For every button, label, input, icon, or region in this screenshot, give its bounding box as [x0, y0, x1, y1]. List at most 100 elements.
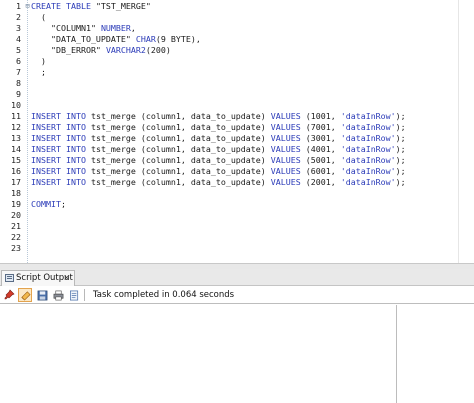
code-token: );: [395, 144, 406, 154]
code-text: INSERT INTO tst_merge (column1, data_to_…: [31, 166, 406, 177]
code-text: "DB_ERROR" VARCHAR2(200): [31, 45, 171, 56]
code-line[interactable]: 16 INSERT INTO tst_merge (column1, data_t…: [0, 166, 458, 177]
code-line[interactable]: 21: [0, 221, 458, 232]
code-line[interactable]: 18: [0, 188, 458, 199]
code-token: 'dataInRow': [340, 177, 396, 187]
fold-toggle-icon[interactable]: ⊟: [24, 3, 31, 10]
code-token: INSERT INTO: [31, 155, 91, 165]
code-token: VALUES: [270, 155, 306, 165]
line-number: 23: [11, 243, 21, 253]
line-number: 18: [11, 188, 21, 198]
code-token: tst_merge (column1, data_to_update): [90, 133, 271, 143]
code-token: 'dataInRow': [340, 133, 396, 143]
code-line[interactable]: 9: [0, 89, 458, 100]
output-tabbar: Script Output ×: [0, 269, 474, 286]
code-token: ): [31, 56, 46, 66]
code-text: INSERT INTO tst_merge (column1, data_to_…: [31, 144, 406, 155]
code-line[interactable]: 8: [0, 78, 458, 89]
line-number: 6: [16, 56, 21, 66]
line-number: 15: [11, 155, 21, 165]
code-line[interactable]: 19 COMMIT;: [0, 199, 458, 210]
code-text: INSERT INTO tst_merge (column1, data_to_…: [31, 111, 406, 122]
print-icon[interactable]: [51, 288, 65, 302]
code-token: VALUES: [270, 166, 306, 176]
code-line[interactable]: 1 ⊟ CREATE TABLE "TST_MERGE": [0, 1, 458, 12]
code-token: );: [395, 177, 406, 187]
sql-editor[interactable]: 1 ⊟ CREATE TABLE "TST_MERGE" 2 (3 "COLUMN1"…: [0, 0, 474, 263]
line-number: 20: [11, 210, 21, 220]
code-text: INSERT INTO tst_merge (column1, data_to_…: [31, 177, 406, 188]
code-text: ): [31, 56, 46, 67]
code-line[interactable]: 22: [0, 232, 458, 243]
code-text: INSERT INTO tst_merge (column1, data_to_…: [31, 133, 406, 144]
code-token: tst_merge (column1, data_to_update): [90, 111, 271, 121]
line-number: 11: [11, 111, 21, 121]
eraser-icon[interactable]: [18, 288, 32, 302]
code-token: COMMIT: [31, 199, 61, 209]
script-output-icon: [5, 274, 14, 282]
code-token: ;: [31, 67, 46, 77]
code-token: ,: [130, 23, 136, 33]
line-number: 7: [16, 67, 21, 77]
close-icon[interactable]: ×: [63, 271, 70, 285]
code-text: COMMIT;: [31, 199, 66, 210]
code-token: );: [395, 166, 406, 176]
line-number: 2: [16, 12, 21, 22]
code-token: 'dataInRow': [340, 166, 396, 176]
code-token: (1001,: [305, 111, 341, 121]
line-number: 12: [11, 122, 21, 132]
open-file-icon[interactable]: [67, 288, 81, 302]
code-token: (5001,: [305, 155, 341, 165]
code-token: 'dataInRow': [340, 155, 396, 165]
code-token: "DB_ERROR": [31, 45, 106, 55]
output-side-pane: [397, 305, 474, 403]
editor-scrollbar[interactable]: [458, 0, 474, 263]
code-text: ;: [31, 67, 46, 78]
output-toolbar: Task completed in 0.064 seconds: [0, 286, 474, 304]
line-number: 17: [11, 177, 21, 187]
code-token: INSERT INTO: [31, 133, 91, 143]
tab-script-output[interactable]: Script Output ×: [1, 270, 75, 286]
code-token: (7001,: [305, 122, 341, 132]
code-token: 'dataInRow': [340, 111, 396, 121]
code-line[interactable]: 14 INSERT INTO tst_merge (column1, data_t…: [0, 144, 458, 155]
line-number: 10: [11, 100, 21, 110]
code-line[interactable]: 15 INSERT INTO tst_merge (column1, data_t…: [0, 155, 458, 166]
code-token: 'dataInRow': [340, 144, 396, 154]
code-line[interactable]: 5 "DB_ERROR" VARCHAR2(200): [0, 45, 458, 56]
line-number: 14: [11, 144, 21, 154]
code-line[interactable]: 20: [0, 210, 458, 221]
code-token: VARCHAR2: [105, 45, 146, 55]
code-token: (6001,: [305, 166, 341, 176]
code-line[interactable]: 6 ): [0, 56, 458, 67]
code-line[interactable]: 10: [0, 100, 458, 111]
code-token: (3001,: [305, 133, 341, 143]
code-token: tst_merge (column1, data_to_update): [90, 166, 271, 176]
code-line[interactable]: 11 INSERT INTO tst_merge (column1, data_t…: [0, 111, 458, 122]
code-line[interactable]: 17 INSERT INTO tst_merge (column1, data_t…: [0, 177, 458, 188]
pin-icon[interactable]: [2, 288, 16, 302]
code-line[interactable]: 2 (: [0, 12, 458, 23]
code-token: NUMBER: [100, 23, 131, 33]
code-line[interactable]: 4 "DATA_TO_UPDATE" CHAR(9 BYTE),: [0, 34, 458, 45]
script-output-area[interactable]: [0, 305, 474, 403]
code-line[interactable]: 12 INSERT INTO tst_merge (column1, data_t…: [0, 122, 458, 133]
code-line[interactable]: 3 "COLUMN1" NUMBER,: [0, 23, 458, 34]
line-number: 21: [11, 221, 21, 231]
save-icon[interactable]: [35, 288, 49, 302]
line-number: 5: [16, 45, 21, 55]
code-line[interactable]: 23: [0, 243, 458, 254]
code-token: "DATA_TO_UPDATE": [31, 34, 136, 44]
code-line[interactable]: 13 INSERT INTO tst_merge (column1, data_t…: [0, 133, 458, 144]
code-token: );: [395, 133, 406, 143]
code-text: "COLUMN1" NUMBER,: [31, 23, 136, 34]
code-token: INSERT INTO: [31, 177, 91, 187]
code-token: VALUES: [270, 133, 306, 143]
code-token: CHAR: [135, 34, 156, 44]
code-token: tst_merge (column1, data_to_update): [90, 122, 271, 132]
toolbar-separator: [84, 289, 85, 301]
code-line[interactable]: 7 ;: [0, 67, 458, 78]
code-token: (200): [145, 45, 171, 55]
line-number: 9: [16, 89, 21, 99]
code-token: );: [395, 155, 406, 165]
